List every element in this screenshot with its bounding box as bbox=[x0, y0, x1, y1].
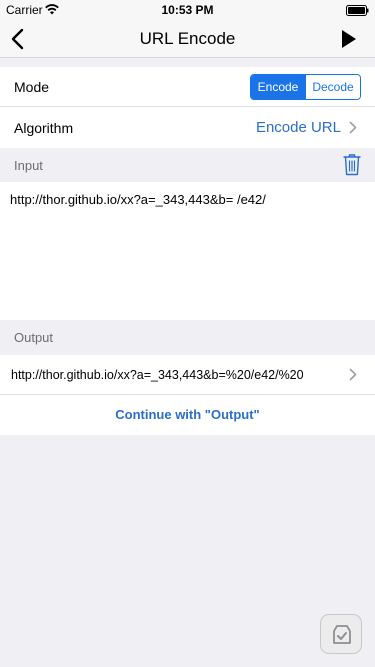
status-time: 10:53 PM bbox=[161, 3, 214, 17]
chevron-right-icon bbox=[349, 368, 357, 381]
navigation-bar: URL Encode bbox=[0, 20, 375, 58]
check-tray-icon bbox=[333, 625, 351, 644]
input-header-label: Input bbox=[14, 158, 43, 173]
status-bar: Carrier 10:53 PM bbox=[0, 0, 375, 20]
output-text: http://thor.github.io/xx?a=_343,443&b=%2… bbox=[11, 368, 304, 382]
floating-action-button[interactable] bbox=[320, 614, 362, 654]
mode-encode-segment[interactable]: Encode bbox=[251, 75, 305, 99]
input-section-header: Input bbox=[0, 148, 375, 182]
input-text-area[interactable]: http://thor.github.io/xx?a=_343,443&b= /… bbox=[0, 182, 375, 320]
algorithm-value: Encode URL bbox=[255, 119, 341, 136]
battery-icon bbox=[346, 5, 369, 16]
trash-icon[interactable] bbox=[343, 153, 361, 176]
continue-with-output-button[interactable]: Continue with "Output" bbox=[0, 407, 375, 422]
output-row[interactable]: http://thor.github.io/xx?a=_343,443&b=%2… bbox=[0, 355, 375, 395]
play-button[interactable] bbox=[341, 29, 357, 49]
output-header-label: Output bbox=[14, 330, 54, 345]
mode-label: Mode bbox=[14, 79, 50, 95]
play-icon bbox=[342, 30, 356, 48]
page-title: URL Encode bbox=[139, 29, 236, 48]
continue-row: Continue with "Output" bbox=[0, 395, 375, 435]
chevron-right-icon bbox=[349, 121, 357, 134]
input-text: http://thor.github.io/xx?a=_343,443&b= /… bbox=[10, 192, 266, 207]
output-section-header: Output bbox=[0, 320, 375, 354]
mode-row: Mode Encode Decode bbox=[0, 67, 375, 107]
mode-decode-segment[interactable]: Decode bbox=[305, 75, 360, 99]
mode-segmented-control[interactable]: Encode Decode bbox=[250, 74, 361, 100]
algorithm-label: Algorithm bbox=[14, 120, 74, 136]
algorithm-row[interactable]: Algorithm Encode URL bbox=[0, 107, 375, 148]
